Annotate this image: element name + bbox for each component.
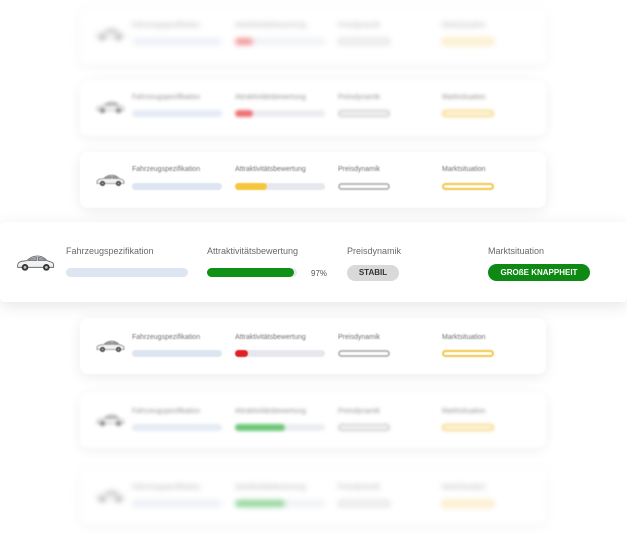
vehicle-card[interactable]: Fahrzeugspezifikation Attraktivitätsbewe… bbox=[80, 392, 546, 448]
spec-label: Fahrzeugspezifikation bbox=[132, 166, 201, 173]
spec-bar bbox=[132, 183, 222, 190]
spec-bar bbox=[132, 500, 222, 507]
vehicle-card[interactable]: Fahrzeugspezifikation Attraktivitätsbewe… bbox=[80, 8, 546, 64]
price-pill bbox=[338, 424, 390, 431]
price-label: Preisdynamik bbox=[347, 246, 402, 256]
price-label: Preisdynamik bbox=[338, 94, 381, 101]
vehicle-card[interactable]: Fahrzeugspezifikation Attraktivitätsbewe… bbox=[80, 152, 546, 208]
vehicle-card[interactable]: Fahrzeugspezifikation Attraktivitätsbewe… bbox=[80, 318, 546, 374]
car-icon bbox=[95, 99, 125, 114]
price-pill bbox=[338, 350, 390, 357]
price-status-badge: STABIL bbox=[347, 265, 399, 281]
attractiveness-bar bbox=[235, 38, 325, 45]
attractiveness-bar bbox=[235, 110, 325, 117]
spec-label: Fahrzeugspezifikation bbox=[132, 22, 201, 29]
car-icon bbox=[95, 412, 125, 427]
price-label: Preisdynamik bbox=[338, 408, 381, 415]
price-label: Preisdynamik bbox=[338, 334, 381, 341]
market-pill bbox=[442, 183, 494, 190]
market-pill bbox=[442, 110, 494, 117]
spec-label: Fahrzeugspezifikation bbox=[132, 484, 201, 491]
market-label: Marktsituation bbox=[442, 166, 486, 173]
market-status-badge: GROßE KNAPPHEIT bbox=[488, 264, 590, 281]
market-pill bbox=[442, 350, 494, 357]
price-label: Preisdynamik bbox=[338, 484, 381, 491]
market-label: Marktsituation bbox=[442, 408, 486, 415]
spec-bar bbox=[132, 110, 222, 117]
attractiveness-label: Attraktivitätsbewertung bbox=[235, 166, 306, 173]
market-pill bbox=[442, 38, 494, 45]
market-label: Marktsituation bbox=[442, 334, 486, 341]
attractiveness-label: Attraktivitätsbewertung bbox=[235, 22, 306, 29]
car-icon bbox=[95, 26, 125, 41]
car-icon bbox=[95, 338, 125, 353]
attractiveness-bar bbox=[235, 350, 325, 357]
car-icon bbox=[95, 172, 125, 187]
car-icon bbox=[15, 252, 55, 272]
spec-label: Fahrzeugspezifikation bbox=[132, 334, 201, 341]
attractiveness-bar bbox=[235, 183, 325, 190]
spec-label: Fahrzeugspezifikation bbox=[66, 246, 154, 256]
vehicle-card-highlighted[interactable] bbox=[0, 222, 627, 302]
spec-bar bbox=[66, 268, 188, 277]
spec-label: Fahrzeugspezifikation bbox=[132, 94, 201, 101]
price-pill bbox=[338, 500, 390, 507]
attractiveness-bar bbox=[207, 268, 297, 277]
price-pill bbox=[338, 110, 390, 117]
spec-bar bbox=[132, 424, 222, 431]
price-label: Preisdynamik bbox=[338, 22, 381, 29]
attractiveness-bar bbox=[235, 424, 325, 431]
price-label: Preisdynamik bbox=[338, 166, 381, 173]
attractiveness-label: Attraktivitätsbewertung bbox=[235, 408, 306, 415]
market-label: Marktsituation bbox=[442, 484, 486, 491]
market-pill bbox=[442, 500, 494, 507]
spec-label: Fahrzeugspezifikation bbox=[132, 408, 201, 415]
market-label: Marktsituation bbox=[442, 94, 486, 101]
vehicle-card[interactable]: Fahrzeugspezifikation Attraktivitätsbewe… bbox=[80, 468, 546, 524]
market-pill bbox=[442, 424, 494, 431]
car-icon bbox=[95, 488, 125, 503]
attractiveness-percent: 97% bbox=[311, 269, 328, 278]
spec-bar bbox=[132, 350, 222, 357]
vehicle-card[interactable]: Fahrzeugspezifikation Attraktivitätsbewe… bbox=[80, 80, 546, 136]
market-label: Marktsituation bbox=[488, 246, 545, 256]
attractiveness-label: Attraktivitätsbewertung bbox=[235, 334, 306, 341]
price-pill bbox=[338, 183, 390, 190]
attractiveness-label: Attraktivitätsbewertung bbox=[235, 94, 306, 101]
attractiveness-label: Attraktivitätsbewertung bbox=[207, 246, 299, 256]
attractiveness-label: Attraktivitätsbewertung bbox=[235, 484, 306, 491]
attractiveness-bar bbox=[235, 500, 325, 507]
market-label: Marktsituation bbox=[442, 22, 486, 29]
price-pill bbox=[338, 38, 390, 45]
spec-bar bbox=[132, 38, 222, 45]
